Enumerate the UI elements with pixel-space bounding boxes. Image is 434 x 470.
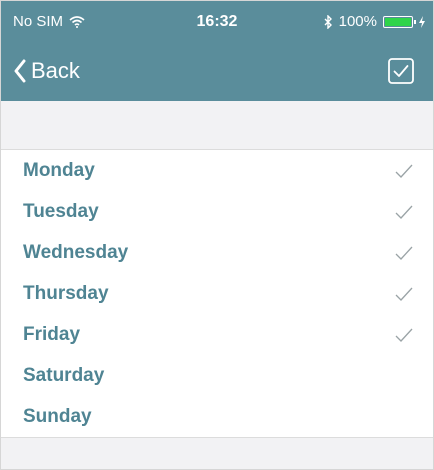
day-row-monday[interactable]: Monday (1, 150, 433, 191)
status-right: 100% (323, 13, 425, 30)
back-label: Back (31, 58, 80, 83)
checkmark-icon (395, 164, 413, 178)
day-row-sunday[interactable]: Sunday (1, 396, 433, 437)
checkmark-icon (395, 246, 413, 260)
checkmark-icon (395, 328, 413, 342)
status-bar: No SIM 16:32 100% (1, 1, 433, 41)
day-row-thursday[interactable]: Thursday (1, 273, 433, 314)
chevron-left-icon (14, 59, 26, 83)
checkbox-icon (388, 58, 414, 84)
checkmark-icon (395, 205, 413, 219)
day-label: Saturday (23, 364, 105, 386)
battery-percent: 100% (338, 13, 377, 30)
header: No SIM 16:32 100% Back (1, 1, 433, 101)
bluetooth-icon (324, 14, 332, 29)
section-spacer (1, 101, 433, 149)
battery-fill (385, 17, 411, 26)
day-row-saturday[interactable]: Saturday (1, 355, 433, 396)
back-button[interactable]: Back (13, 55, 80, 87)
day-row-wednesday[interactable]: Wednesday (1, 232, 433, 273)
charging-icon (419, 15, 425, 28)
day-label: Friday (23, 323, 81, 345)
done-button[interactable] (387, 57, 415, 85)
day-label: Thursday (23, 282, 109, 304)
day-label: Monday (23, 159, 95, 181)
day-label: Tuesday (23, 200, 99, 222)
day-label: Sunday (23, 405, 92, 427)
screen: No SIM 16:32 100% Back Monday Tuesday We… (0, 0, 434, 470)
day-label: Wednesday (23, 241, 129, 263)
checkmark-icon (395, 287, 413, 301)
day-row-friday[interactable]: Friday (1, 314, 433, 355)
nav-bar: Back (1, 45, 433, 101)
day-row-tuesday[interactable]: Tuesday (1, 191, 433, 232)
battery-icon (383, 15, 416, 28)
days-list: Monday Tuesday Wednesday Thursday Friday (1, 149, 433, 438)
